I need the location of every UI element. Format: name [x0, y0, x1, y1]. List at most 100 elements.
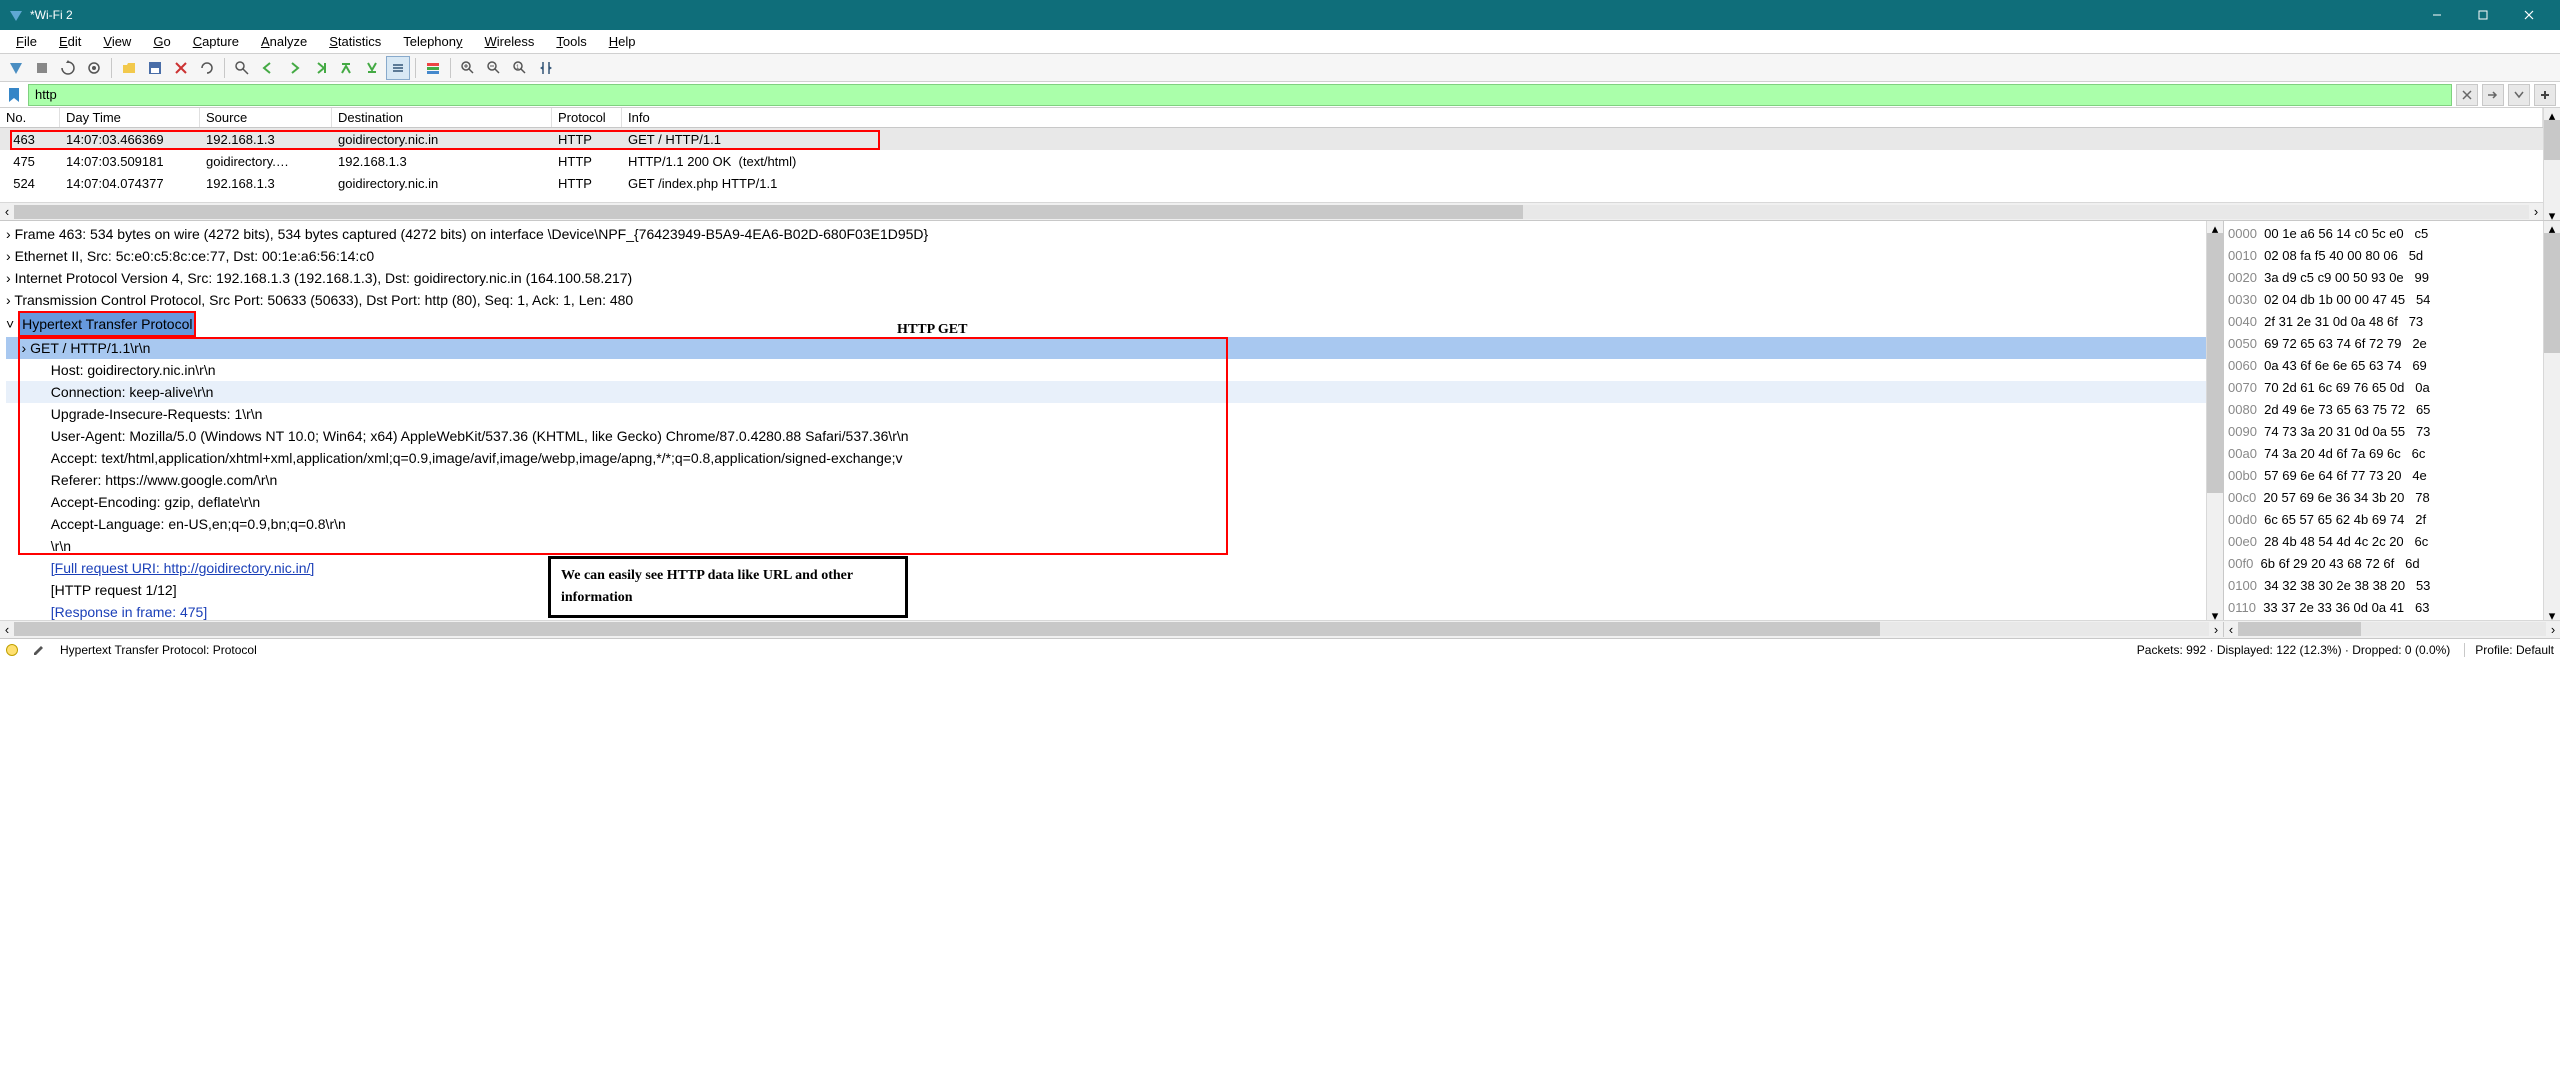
detail-response-in[interactable]: [Response in frame: 475] [6, 601, 2206, 620]
hex-vscroll[interactable]: ▴▾ [2543, 221, 2560, 620]
start-capture-button[interactable] [4, 56, 28, 80]
packet-row[interactable]: 46314:07:03.466369192.168.1.3goidirector… [0, 128, 2543, 150]
hex-row[interactable]: 00c0 20 57 69 6e 36 34 3b 20 78 [2228, 487, 2539, 509]
find-packet-button[interactable] [230, 56, 254, 80]
menu-bar: File Edit View Go Capture Analyze Statis… [0, 30, 2560, 54]
hex-row[interactable]: 0060 0a 43 6f 6e 6e 65 63 74 69 [2228, 355, 2539, 377]
expert-info-led[interactable] [6, 644, 18, 656]
close-button[interactable] [2506, 0, 2552, 30]
detail-tcp[interactable]: › Transmission Control Protocol, Src Por… [6, 289, 2206, 311]
filter-history-button[interactable] [2508, 84, 2530, 106]
bookmark-icon[interactable] [4, 85, 24, 105]
hex-row[interactable]: 0040 2f 31 2e 31 0d 0a 48 6f 73 [2228, 311, 2539, 333]
hex-row[interactable]: 0080 2d 49 6e 73 65 63 75 72 65 [2228, 399, 2539, 421]
menu-telephony[interactable]: Telephony [393, 32, 472, 51]
col-daytime[interactable]: Day Time [60, 108, 200, 127]
hex-row[interactable]: 0030 02 04 db 1b 00 00 47 45 54 [2228, 289, 2539, 311]
save-file-button[interactable] [143, 56, 167, 80]
menu-help[interactable]: Help [599, 32, 646, 51]
packet-list[interactable]: 46314:07:03.466369192.168.1.3goidirector… [0, 128, 2543, 202]
colorize-button[interactable] [421, 56, 445, 80]
detail-upgrade-insecure[interactable]: Upgrade-Insecure-Requests: 1\r\n [6, 403, 2206, 425]
col-no[interactable]: No. [0, 108, 60, 127]
menu-file[interactable]: File [6, 32, 47, 51]
packet-list-vscroll[interactable]: ▴▾ [2543, 108, 2560, 220]
hex-row[interactable]: 00e0 28 4b 48 54 4d 4c 2c 20 6c [2228, 531, 2539, 553]
zoom-out-button[interactable] [482, 56, 506, 80]
packet-row[interactable]: 47514:07:03.509181goidirectory.…192.168.… [0, 150, 2543, 172]
reload-button[interactable] [195, 56, 219, 80]
hex-row[interactable]: 00f0 6b 6f 29 20 43 68 72 6f 6d [2228, 553, 2539, 575]
hex-row[interactable]: 0110 33 37 2e 33 36 0d 0a 41 63 [2228, 597, 2539, 619]
detail-host[interactable]: Host: goidirectory.nic.in\r\n [6, 359, 2206, 381]
go-forward-button[interactable] [282, 56, 306, 80]
bottom-hscroll[interactable]: ‹› ‹› [0, 620, 2560, 638]
add-filter-button[interactable] [2534, 84, 2556, 106]
menu-statistics[interactable]: Statistics [319, 32, 391, 51]
menu-capture[interactable]: Capture [183, 32, 249, 51]
hex-row[interactable]: 00a0 74 3a 20 4d 6f 7a 69 6c 6c [2228, 443, 2539, 465]
capture-options-button[interactable] [82, 56, 106, 80]
hex-row[interactable]: 0050 69 72 65 63 74 6f 72 79 2e [2228, 333, 2539, 355]
go-last-button[interactable] [360, 56, 384, 80]
clear-filter-button[interactable] [2456, 84, 2478, 106]
edit-icon[interactable] [32, 643, 46, 657]
resize-columns-button[interactable] [534, 56, 558, 80]
detail-crlf[interactable]: \r\n [6, 535, 2206, 557]
stop-capture-button[interactable] [30, 56, 54, 80]
display-filter-input[interactable] [28, 84, 2452, 106]
hex-row[interactable]: 0000 00 1e a6 56 14 c0 5c e0 c5 [2228, 223, 2539, 245]
restart-capture-button[interactable] [56, 56, 80, 80]
minimize-button[interactable] [2414, 0, 2460, 30]
detail-frame[interactable]: › Frame 463: 534 bytes on wire (4272 bit… [6, 223, 2206, 245]
menu-edit[interactable]: Edit [49, 32, 91, 51]
go-first-button[interactable] [334, 56, 358, 80]
packet-list-hscroll[interactable]: ‹› [0, 202, 2543, 220]
detail-accept-language[interactable]: Accept-Language: en-US,en;q=0.9,bn;q=0.8… [6, 513, 2206, 535]
zoom-reset-button[interactable]: 1 [508, 56, 532, 80]
menu-wireless[interactable]: Wireless [475, 32, 545, 51]
detail-referer[interactable]: Referer: https://www.google.com/\r\n [6, 469, 2206, 491]
hex-row[interactable]: 00b0 57 69 6e 64 6f 77 73 20 4e [2228, 465, 2539, 487]
hex-row[interactable]: 0010 02 08 fa f5 40 00 80 06 5d [2228, 245, 2539, 267]
col-destination[interactable]: Destination [332, 108, 552, 127]
go-to-packet-button[interactable] [308, 56, 332, 80]
close-file-button[interactable] [169, 56, 193, 80]
detail-ip[interactable]: › Internet Protocol Version 4, Src: 192.… [6, 267, 2206, 289]
details-vscroll[interactable]: ▴▾ [2206, 221, 2223, 620]
apply-filter-button[interactable] [2482, 84, 2504, 106]
hex-row[interactable]: 0020 3a d9 c5 c9 00 50 93 0e 99 [2228, 267, 2539, 289]
hex-row[interactable]: 00d0 6c 65 57 65 62 4b 69 74 2f [2228, 509, 2539, 531]
status-packets: Packets: 992 · Displayed: 122 (12.3%) · … [2137, 643, 2451, 657]
autoscroll-button[interactable] [386, 56, 410, 80]
detail-accept[interactable]: Accept: text/html,application/xhtml+xml,… [6, 447, 2206, 469]
maximize-button[interactable] [2460, 0, 2506, 30]
zoom-in-button[interactable] [456, 56, 480, 80]
packet-bytes-pane[interactable]: 0000 00 1e a6 56 14 c0 5c e0 c50010 02 0… [2223, 221, 2543, 620]
col-source[interactable]: Source [200, 108, 332, 127]
packet-details-pane[interactable]: › Frame 463: 534 bytes on wire (4272 bit… [0, 221, 2206, 620]
status-profile[interactable]: Profile: Default [2464, 643, 2554, 657]
detail-accept-encoding[interactable]: Accept-Encoding: gzip, deflate\r\n [6, 491, 2206, 513]
detail-user-agent[interactable]: User-Agent: Mozilla/5.0 (Windows NT 10.0… [6, 425, 2206, 447]
packet-row[interactable]: 52414:07:04.074377192.168.1.3goidirector… [0, 172, 2543, 194]
hex-row[interactable]: 0120 65 78 74 2f 68 74 6d 6c 2c [2228, 619, 2539, 620]
menu-analyze[interactable]: Analyze [251, 32, 317, 51]
window-title: *Wi-Fi 2 [30, 8, 2414, 22]
go-back-button[interactable] [256, 56, 280, 80]
hex-row[interactable]: 0100 34 32 38 30 2e 38 38 20 53 [2228, 575, 2539, 597]
menu-tools[interactable]: Tools [546, 32, 596, 51]
hex-row[interactable]: 0090 74 73 3a 20 31 0d 0a 55 73 [2228, 421, 2539, 443]
detail-ethernet[interactable]: › Ethernet II, Src: 5c:e0:c5:8c:ce:77, D… [6, 245, 2206, 267]
menu-go[interactable]: Go [143, 32, 180, 51]
detail-connection[interactable]: Connection: keep-alive\r\n [6, 381, 2206, 403]
open-file-button[interactable] [117, 56, 141, 80]
detail-full-uri[interactable]: [Full request URI: http://goidirectory.n… [6, 557, 2206, 579]
col-protocol[interactable]: Protocol [552, 108, 622, 127]
detail-request-line[interactable]: › GET / HTTP/1.1\r\n [6, 337, 2206, 359]
menu-view[interactable]: View [93, 32, 141, 51]
col-info[interactable]: Info [622, 108, 2543, 127]
detail-http-header[interactable]: ˅ Hypertext Transfer Protocol [6, 311, 2206, 337]
hex-row[interactable]: 0070 70 2d 61 6c 69 76 65 0d 0a [2228, 377, 2539, 399]
detail-http-request[interactable]: [HTTP request 1/12] [6, 579, 2206, 601]
